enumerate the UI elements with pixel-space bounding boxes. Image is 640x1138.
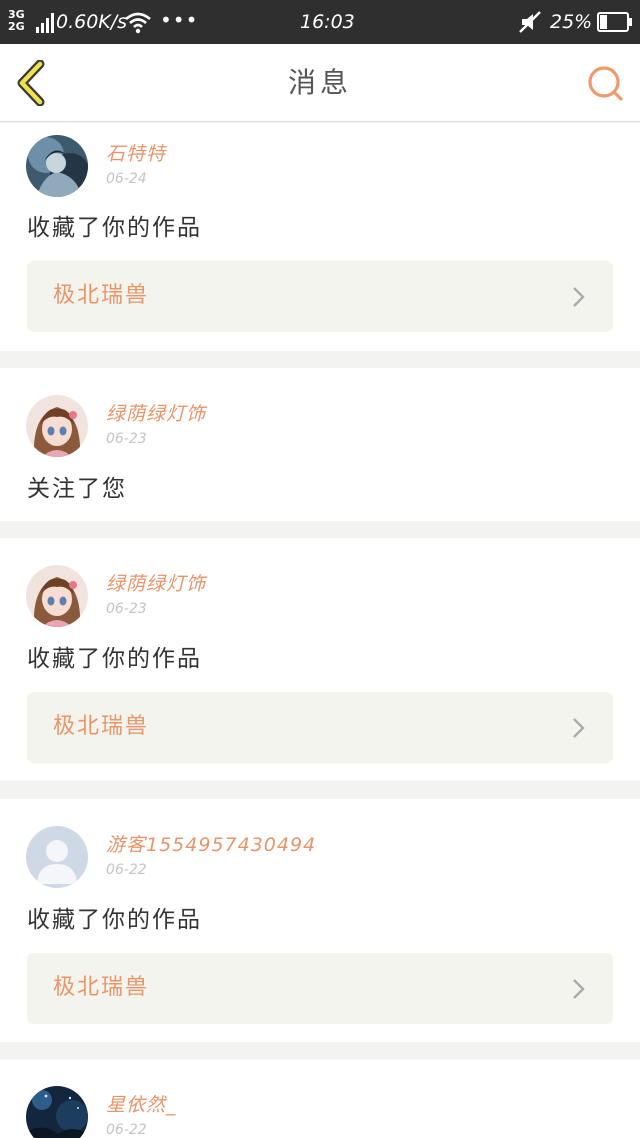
chevron-right-icon [571,285,587,309]
battery-icon [597,12,633,32]
message-date: 06-24 [106,171,147,187]
work-link[interactable]: 极北瑞兽 [27,953,613,1024]
user-name[interactable]: 绿荫绿灯饰 [106,401,206,427]
network-speed: 0.60K/s [56,11,128,33]
message-date: 06-23 [106,431,147,447]
wifi-icon [124,10,152,34]
user-avatar[interactable] [26,565,88,627]
user-avatar[interactable] [26,826,88,888]
status-bar: 3G 2G 0.60K/s ••• 16:03 25% [0,0,640,44]
network-type-bottom: 2G [8,20,25,33]
user-name[interactable]: 星依然_ [106,1092,177,1118]
battery-percent: 25% [550,11,593,33]
message-date: 06-22 [106,862,147,878]
nav-bar: 消息 [0,44,640,122]
page-title: 消息 [287,66,352,99]
search-icon[interactable] [584,64,626,104]
work-title: 极北瑞兽 [53,975,150,1000]
message-action: 关注了您 [27,476,127,502]
status-time: 16:03 [300,11,355,33]
message-card: 游客1554957430494 06-22 收藏了你的作品 极北瑞兽 [0,799,640,1042]
user-name[interactable]: 绿荫绿灯饰 [106,571,206,597]
work-link[interactable]: 极北瑞兽 [27,692,613,763]
message-card: 星依然_ 06-22 [0,1059,640,1138]
user-avatar[interactable] [26,1086,88,1138]
message-date: 06-22 [106,1122,147,1138]
work-title: 极北瑞兽 [53,714,150,739]
more-notifications-icon: ••• [160,8,199,32]
message-action: 收藏了你的作品 [27,215,202,241]
message-card: 绿荫绿灯饰 06-23 关注了您 [0,368,640,521]
chevron-right-icon [571,977,587,1001]
message-action: 收藏了你的作品 [27,646,202,672]
work-title: 极北瑞兽 [53,283,150,308]
work-link[interactable]: 极北瑞兽 [27,261,613,332]
user-name[interactable]: 石特特 [106,141,166,167]
message-card: 绿荫绿灯饰 06-23 收藏了你的作品 极北瑞兽 [0,538,640,781]
cellular-signal-icon: 3G 2G [8,9,54,35]
chevron-right-icon [571,716,587,740]
message-date: 06-23 [106,601,147,617]
message-action: 收藏了你的作品 [27,907,202,933]
user-avatar[interactable] [26,135,88,197]
mute-icon [518,10,542,34]
user-avatar[interactable] [26,395,88,457]
user-name[interactable]: 游客1554957430494 [106,832,316,858]
message-card: 石特特 06-24 收藏了你的作品 极北瑞兽 [0,123,640,351]
